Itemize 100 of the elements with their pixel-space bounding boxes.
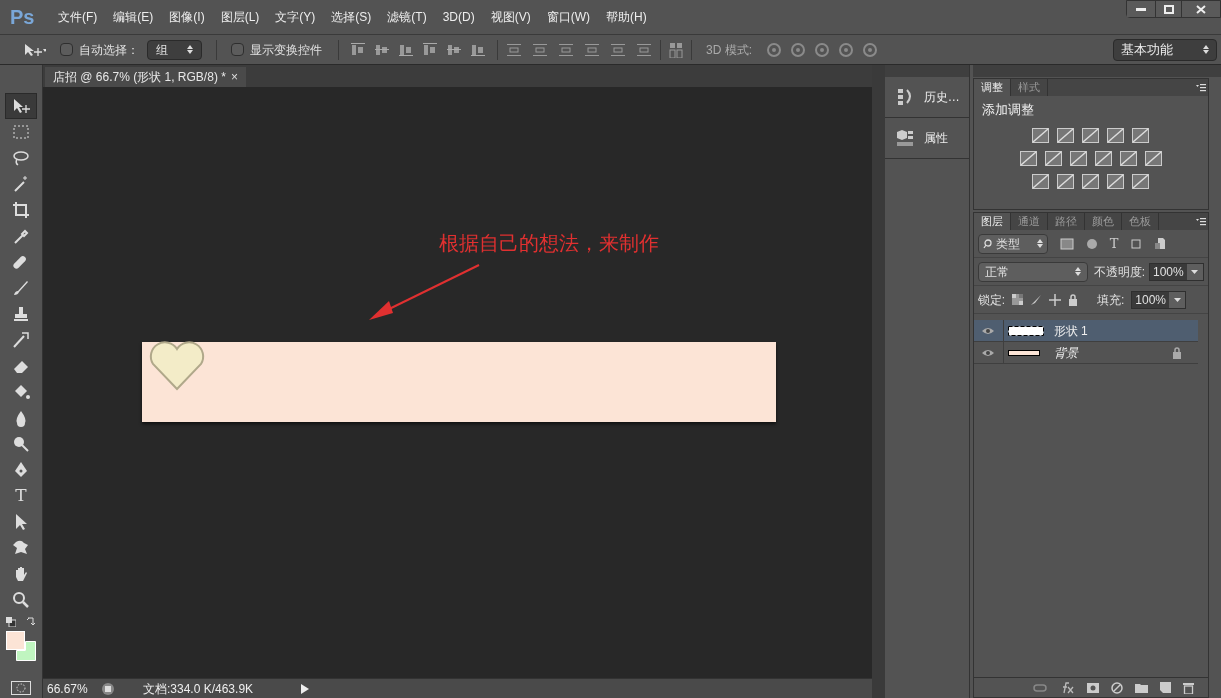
menu-item[interactable]: 帮助(H) <box>598 8 655 26</box>
history-icon <box>896 88 914 106</box>
marquee-icon <box>12 123 30 141</box>
lock-label: 锁定: <box>977 291 1005 309</box>
background-color-swatch[interactable] <box>16 641 36 661</box>
layer-row[interactable]: 形状 1 <box>973 320 1198 342</box>
tool-button[interactable] <box>5 93 37 119</box>
smart-object-filter-icon[interactable] <box>1154 237 1167 250</box>
expand-arrow-icon[interactable] <box>299 681 311 696</box>
swap-arrows-icon[interactable] <box>26 617 36 627</box>
zoom-level[interactable]: 66.67% <box>43 679 91 698</box>
mask-icon[interactable] <box>1087 682 1099 693</box>
align-icon[interactable] <box>375 42 389 57</box>
dodge-icon <box>12 435 30 453</box>
minimize-button[interactable] <box>1127 1 1156 17</box>
checkbox-label: 显示变换控件 <box>250 41 322 59</box>
adjustment-layer-icon[interactable] <box>1111 681 1123 694</box>
dropdown-icon <box>1074 267 1081 276</box>
default-colors-icon[interactable] <box>6 617 16 627</box>
layer-thumbnail <box>1007 349 1040 356</box>
checkbox[interactable] <box>231 43 244 56</box>
panel-tab[interactable]: 图层 <box>973 213 1011 230</box>
panel-button[interactable]: 历史… <box>884 77 969 118</box>
properties-icon <box>896 129 914 147</box>
menu-item[interactable]: 视图(V) <box>482 8 539 26</box>
status-menu-icon[interactable] <box>99 681 117 696</box>
lock-transparency-icon[interactable] <box>1012 294 1023 305</box>
checkbox[interactable] <box>60 43 73 56</box>
distribute-icon[interactable] <box>506 42 522 57</box>
menu-item[interactable]: 图像(I) <box>161 8 213 26</box>
move-tool-icon[interactable] <box>24 42 46 57</box>
auto-align-icon[interactable] <box>669 41 683 58</box>
padlock-icon[interactable] <box>1068 293 1078 306</box>
distribute-icon[interactable] <box>610 42 626 57</box>
panel-tab[interactable]: 调整 <box>973 79 1011 96</box>
opacity-label: 不透明度: <box>1093 263 1145 281</box>
close-tab-button[interactable]: × <box>230 68 238 86</box>
menu-item[interactable]: 图层(L) <box>212 8 268 26</box>
align-icon[interactable] <box>471 42 485 57</box>
menu-item[interactable]: 文件(F) <box>50 8 106 26</box>
distribute-icon[interactable] <box>558 42 574 57</box>
annotation-text: 根据自己的想法，来制作 <box>439 230 659 257</box>
close-button[interactable] <box>1182 1 1220 17</box>
distribute-icon[interactable] <box>584 42 600 57</box>
distribute-icon[interactable] <box>532 42 548 57</box>
panel-tab[interactable]: 颜色 <box>1084 213 1122 230</box>
shape-icon <box>12 539 30 557</box>
opacity-field[interactable]: 100% <box>1149 262 1204 281</box>
workspace-dropdown[interactable]: 基本功能 <box>1113 38 1217 61</box>
shape-filter-icon[interactable] <box>1130 237 1143 250</box>
image-filter-icon[interactable] <box>1059 237 1074 250</box>
menu-item[interactable]: 滤镜(T) <box>379 8 435 26</box>
brush-icon <box>12 279 30 297</box>
move-arrows-icon[interactable] <box>1049 293 1061 306</box>
menu-item[interactable]: 3D(D) <box>434 8 483 26</box>
crop-icon <box>12 201 30 219</box>
panel-tab[interactable]: 样式 <box>1010 79 1048 96</box>
panel-button[interactable]: 属性 <box>884 118 969 159</box>
search-icon <box>982 238 992 249</box>
align-icon[interactable] <box>447 42 461 57</box>
document-size: 文档:334.0 K/463.9K <box>142 680 255 698</box>
dropdown-icon <box>1036 239 1043 248</box>
menu-item[interactable]: 选择(S) <box>323 8 380 26</box>
dropdown-icon <box>187 45 193 54</box>
eye-icon[interactable] <box>982 348 995 357</box>
close-icon <box>1196 4 1206 14</box>
quick-mask-icon[interactable] <box>11 681 31 695</box>
move-tool-icon <box>12 97 30 115</box>
filter-dropdown[interactable]: 类型 <box>977 233 1048 254</box>
folder-icon[interactable] <box>1135 682 1148 693</box>
tool-button[interactable]: T <box>5 483 37 509</box>
fill-label: 填充: <box>1097 291 1125 309</box>
layer-row[interactable]: 背景 <box>973 342 1198 364</box>
pen-icon <box>12 461 30 479</box>
align-icon[interactable] <box>351 42 365 57</box>
eye-icon[interactable] <box>982 326 995 335</box>
menu-item[interactable]: 文字(Y) <box>267 8 324 26</box>
menu-item[interactable]: 编辑(E) <box>105 8 162 26</box>
menu-item[interactable]: 窗口(W) <box>538 8 598 26</box>
zoom-icon <box>12 591 30 609</box>
magic-wand-icon <box>12 175 30 193</box>
align-icon[interactable] <box>399 42 413 57</box>
foreground-color-swatch[interactable] <box>6 631 25 650</box>
shape-thumbnail <box>1007 325 1044 336</box>
trash-icon[interactable] <box>1183 681 1194 694</box>
document-tab[interactable]: 店招 @ 66.7% (形状 1, RGB/8) * × <box>45 67 246 87</box>
blend-mode-dropdown[interactable]: 正常 <box>977 261 1088 282</box>
adjustment-filter-icon[interactable] <box>1085 237 1098 250</box>
align-icon[interactable] <box>423 42 437 57</box>
panel-tab[interactable]: 通道 <box>1010 213 1048 230</box>
maximize-icon <box>1163 4 1174 14</box>
type-filter-icon[interactable]: T <box>1109 233 1119 254</box>
target-dropdown[interactable]: 组 <box>147 39 202 60</box>
maximize-button[interactable] <box>1156 1 1182 17</box>
distribute-icon[interactable] <box>636 42 652 57</box>
new-layer-icon[interactable] <box>1160 682 1171 693</box>
panel-menu-icon[interactable] <box>1196 83 1206 92</box>
fill-field[interactable]: 100% <box>1131 290 1187 309</box>
panel-menu-icon[interactable] <box>1196 217 1206 226</box>
checkbox-label: 自动选择： <box>79 41 139 59</box>
